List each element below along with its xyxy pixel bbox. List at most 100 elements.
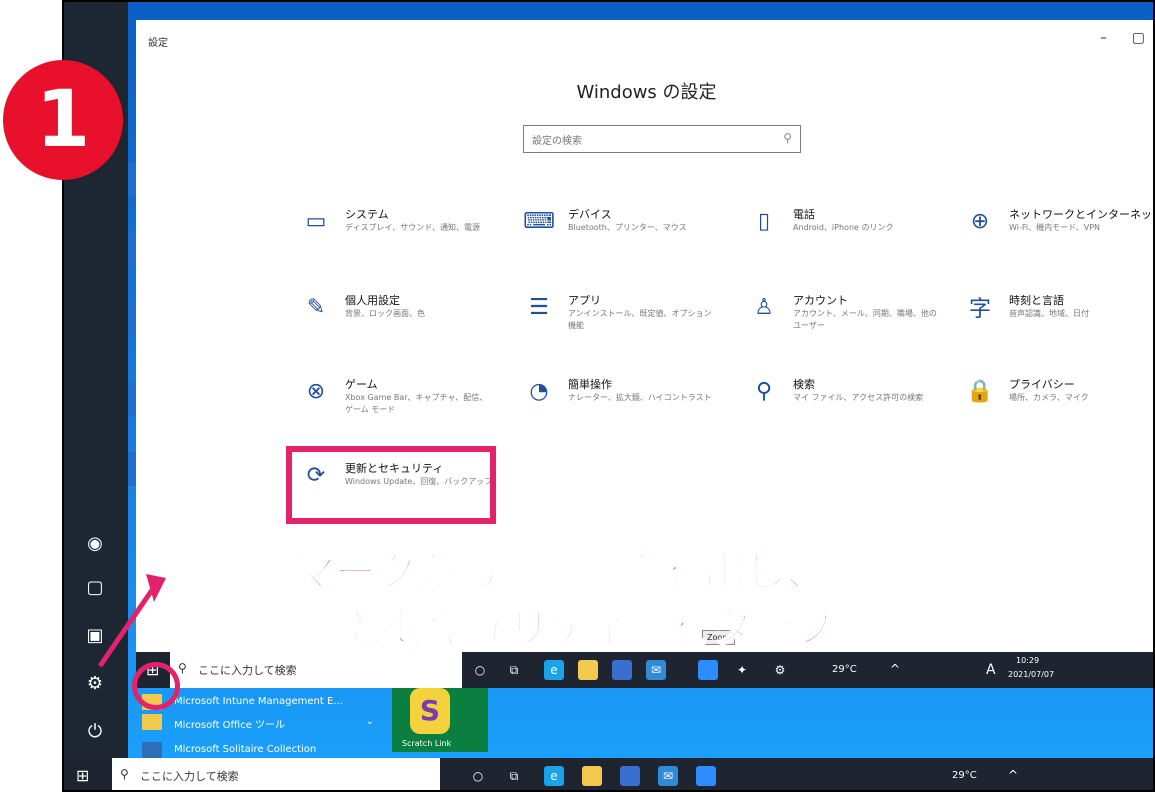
edge-icon[interactable]: e <box>544 660 564 680</box>
window-title: 設定 <box>148 38 168 49</box>
highlight-box <box>286 446 496 524</box>
lock-icon: 🔒 <box>966 378 994 404</box>
search-icon: ⚲ <box>178 661 187 675</box>
keyboard-icon: ⌨ <box>523 208 555 234</box>
annotation-line-2: 「更新とセキュリティ」をタップ <box>221 603 836 653</box>
screenshot-frame: ◉ ▢ ▣ ⚙ ⏻ Microsoft Intune Management E.… <box>62 0 1155 792</box>
category-description: アンインストール、既定値、オプション機能 <box>568 309 712 330</box>
annotation-line-1: 歯車マークから設定画面を出し、 <box>211 547 828 597</box>
category-title: 時刻と言語 <box>1009 294 1064 307</box>
file-explorer-icon[interactable] <box>582 766 602 786</box>
xbox-icon: ⊗ <box>306 378 326 404</box>
solitaire-icon <box>142 742 162 758</box>
cortana-icon[interactable]: ○ <box>470 660 490 680</box>
settings-category-11[interactable]: 🔒 プライバシー場所、カメラ、マイク <box>963 376 1153 436</box>
settings-category-7[interactable]: 字 時刻と言語音声認識、地域、日付 <box>963 292 1153 352</box>
inner-taskbar: ⊞ ⚲ ここに入力して検索 ○ ⧉ e ✉ ✦ ⚙ 29°C ^ A 10:29… <box>136 652 1153 688</box>
settings-category-9[interactable]: ◔ 簡単操作 ナレーター、拡大鏡、ハイコントラスト <box>522 376 722 436</box>
scratch-link-tile[interactable]: S Scratch Link <box>392 682 488 752</box>
category-title: 個人用設定 <box>345 294 400 307</box>
restore-button[interactable]: ▢ <box>1132 30 1145 46</box>
zoom-icon[interactable] <box>696 766 716 786</box>
page-title: Windows の設定 <box>576 82 717 103</box>
chevron-down-icon[interactable]: ⌄ <box>366 716 374 727</box>
clock-time[interactable]: 10:29 <box>1016 656 1039 665</box>
mail-icon[interactable]: ✉ <box>646 660 666 680</box>
zoom-icon[interactable] <box>698 660 718 680</box>
search-placeholder: 設定の検索 <box>532 136 582 147</box>
settings-gear-icon[interactable]: ⚙ <box>770 660 790 680</box>
category-title: ネットワークとインターネット <box>1009 208 1155 221</box>
laptop-icon: ▭ <box>305 208 327 234</box>
settings-category-5[interactable]: ☰ アプリアンインストール、既定値、オプション機能 <box>522 292 722 352</box>
step-number-badge: 1 <box>3 60 123 180</box>
power-icon[interactable]: ⏻ <box>82 718 108 744</box>
search-placeholder: ここに入力して検索 <box>198 664 297 677</box>
gear-icon[interactable]: ⚙ <box>82 670 108 696</box>
list-item-label: Microsoft Intune Management E... <box>174 696 343 707</box>
taskbar-search-input[interactable]: ⚲ ここに入力して検索 <box>170 652 462 688</box>
chevron-up-icon[interactable]: ^ <box>890 662 900 676</box>
ease-of-access-icon: ◔ <box>529 378 549 404</box>
list-item-label: Microsoft Office ツール <box>174 720 286 731</box>
category-description: Wi-Fi、機内モード、VPN <box>1009 223 1101 232</box>
category-description: ディスプレイ、サウンド、通知、電源 <box>345 223 480 232</box>
paint-icon[interactable]: ✦ <box>732 660 752 680</box>
weather-temperature[interactable]: 29°C <box>832 664 857 675</box>
settings-category-3[interactable]: ⊕ ネットワークとインターネット Wi-Fi、機内モード、VPN <box>963 206 1155 266</box>
search-icon: ⚲ <box>783 131 792 145</box>
phone-icon: ▯ <box>757 208 771 234</box>
category-description: マイ ファイル、アクセス許可の検索 <box>793 393 924 402</box>
category-title: アカウント <box>793 294 848 307</box>
category-description: 音声認識、地域、日付 <box>1009 309 1089 318</box>
category-title: 簡単操作 <box>568 378 612 391</box>
category-description: 背景、ロック画面、色 <box>345 309 425 318</box>
store-icon[interactable] <box>620 766 640 786</box>
ime-indicator[interactable]: A <box>986 662 996 678</box>
settings-category-1[interactable]: ⌨ デバイス Bluetooth、プリンター、マウス <box>522 206 722 266</box>
search-placeholder: ここに入力して検索 <box>140 770 239 783</box>
store-icon[interactable] <box>612 660 632 680</box>
pictures-icon[interactable]: ▣ <box>82 622 108 648</box>
globe-icon: ⊕ <box>970 208 990 234</box>
search-icon: ⚲ <box>120 767 129 781</box>
minimize-button[interactable]: – <box>1100 30 1107 46</box>
windows-start-icon[interactable]: ⊞ <box>76 766 89 785</box>
cortana-icon[interactable]: ○ <box>468 766 488 786</box>
task-view-icon[interactable]: ⧉ <box>504 766 524 786</box>
category-title: プライバシー <box>1009 378 1075 391</box>
scratch-logo-icon: S <box>410 688 450 734</box>
settings-category-2[interactable]: ▯ 電話 Android、iPhone のリンク <box>747 206 947 266</box>
settings-category-4[interactable]: ✎ 個人用設定 背景、ロック画面、色 <box>299 292 499 352</box>
search-icon: ⚲ <box>755 378 773 404</box>
clock-date[interactable]: 2021/07/07 <box>1008 670 1054 679</box>
person-icon: ♙ <box>754 294 774 320</box>
category-title: 検索 <box>793 378 815 391</box>
chevron-up-icon[interactable]: ^ <box>1008 768 1018 782</box>
user-avatar-icon[interactable]: ◉ <box>82 530 108 556</box>
category-description: アカウント、メール、同期、職場、他のユーザー <box>793 309 937 330</box>
settings-category-6[interactable]: ♙ アカウントアカウント、メール、同期、職場、他のユーザー <box>747 292 947 352</box>
category-description: Bluetooth、プリンター、マウス <box>568 223 687 232</box>
start-list-item-office[interactable]: Microsoft Office ツール ⌄ <box>128 708 384 736</box>
settings-category-0[interactable]: ▭ システムディスプレイ、サウンド、通知、電源 <box>299 206 499 266</box>
category-description: 場所、カメラ、マイク <box>1009 393 1089 402</box>
list-item-label: Microsoft Solitaire Collection <box>174 744 317 755</box>
category-title: ゲーム <box>345 378 378 391</box>
category-title: アプリ <box>568 294 601 307</box>
settings-category-10[interactable]: ⚲ 検索マイ ファイル、アクセス許可の検索 <box>747 376 947 436</box>
file-explorer-icon[interactable] <box>578 660 598 680</box>
edge-icon[interactable]: e <box>544 766 564 786</box>
category-title: 電話 <box>793 208 815 221</box>
category-title: デバイス <box>568 208 612 221</box>
settings-search-input[interactable]: 設定の検索 ⚲ <box>523 125 801 153</box>
language-icon: 字 <box>968 297 991 322</box>
taskbar-search-input[interactable]: ⚲ ここに入力して検索 <box>112 758 440 790</box>
weather-temperature[interactable]: 29°C <box>952 770 977 781</box>
apps-list-icon: ☰ <box>529 294 549 320</box>
category-title: システム <box>345 208 389 221</box>
settings-category-8[interactable]: ⊗ ゲーム Xbox Game Bar、キャプチャ、配信、ゲーム モード <box>299 376 499 436</box>
task-view-icon[interactable]: ⧉ <box>504 660 524 680</box>
documents-icon[interactable]: ▢ <box>82 574 108 600</box>
mail-icon[interactable]: ✉ <box>658 766 678 786</box>
